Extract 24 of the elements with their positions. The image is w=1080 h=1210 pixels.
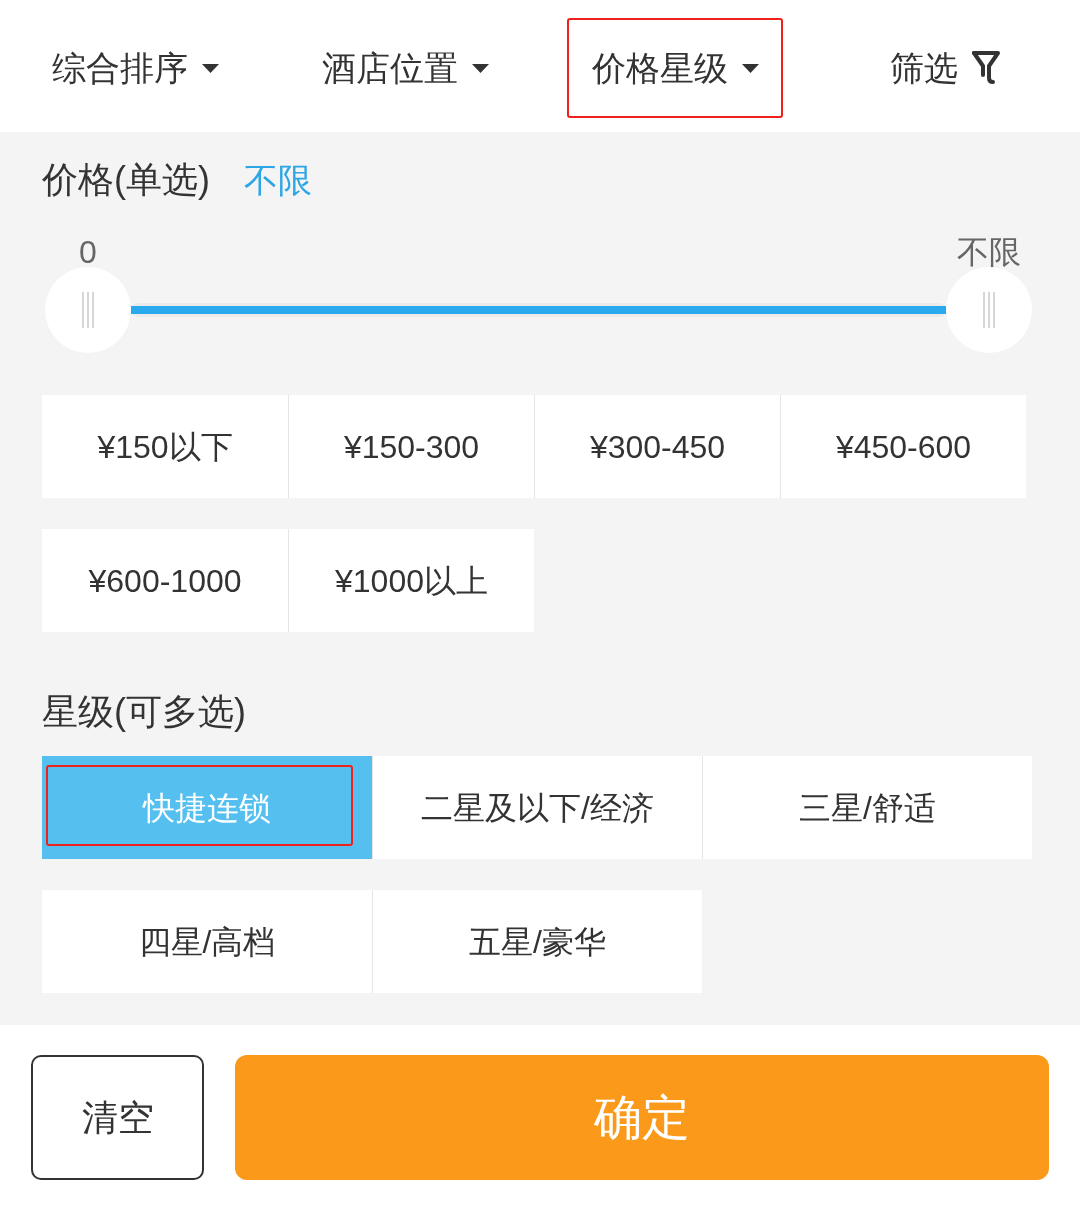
- option-button[interactable]: ¥1000以上: [288, 529, 534, 632]
- filter-tab[interactable]: 酒店位置: [297, 18, 513, 118]
- price-value: 不限: [244, 159, 312, 201]
- clear-button[interactable]: 清空: [31, 1055, 204, 1180]
- filter-tab[interactable]: 筛选: [837, 18, 1053, 118]
- option-button[interactable]: ¥600-1000: [42, 529, 288, 632]
- option-button[interactable]: 五星/豪华: [372, 890, 702, 993]
- option-button[interactable]: ¥450-600: [780, 395, 1026, 498]
- caret-icon: [471, 63, 489, 73]
- filter-tab[interactable]: 综合排序: [27, 18, 243, 118]
- filter-icon: [972, 51, 1000, 85]
- section-title: 价格(单选): [42, 158, 210, 202]
- option-button[interactable]: 二星及以下/经济: [372, 756, 702, 859]
- option-button[interactable]: 三星/舒适: [702, 756, 1032, 859]
- option-button[interactable]: 四星/高档: [42, 890, 372, 993]
- filter-tab[interactable]: 价格星级: [567, 18, 783, 118]
- slider-value-label: 0: [79, 234, 97, 270]
- slider-value-label: 不限: [957, 234, 1021, 270]
- caret-icon: [201, 63, 219, 73]
- caret-icon: [741, 63, 759, 73]
- section-title: 星级(可多选): [42, 690, 246, 734]
- option-button[interactable]: ¥150以下: [42, 395, 288, 498]
- option-button[interactable]: ¥150-300: [288, 395, 534, 498]
- option-button[interactable]: ¥300-450: [534, 395, 780, 498]
